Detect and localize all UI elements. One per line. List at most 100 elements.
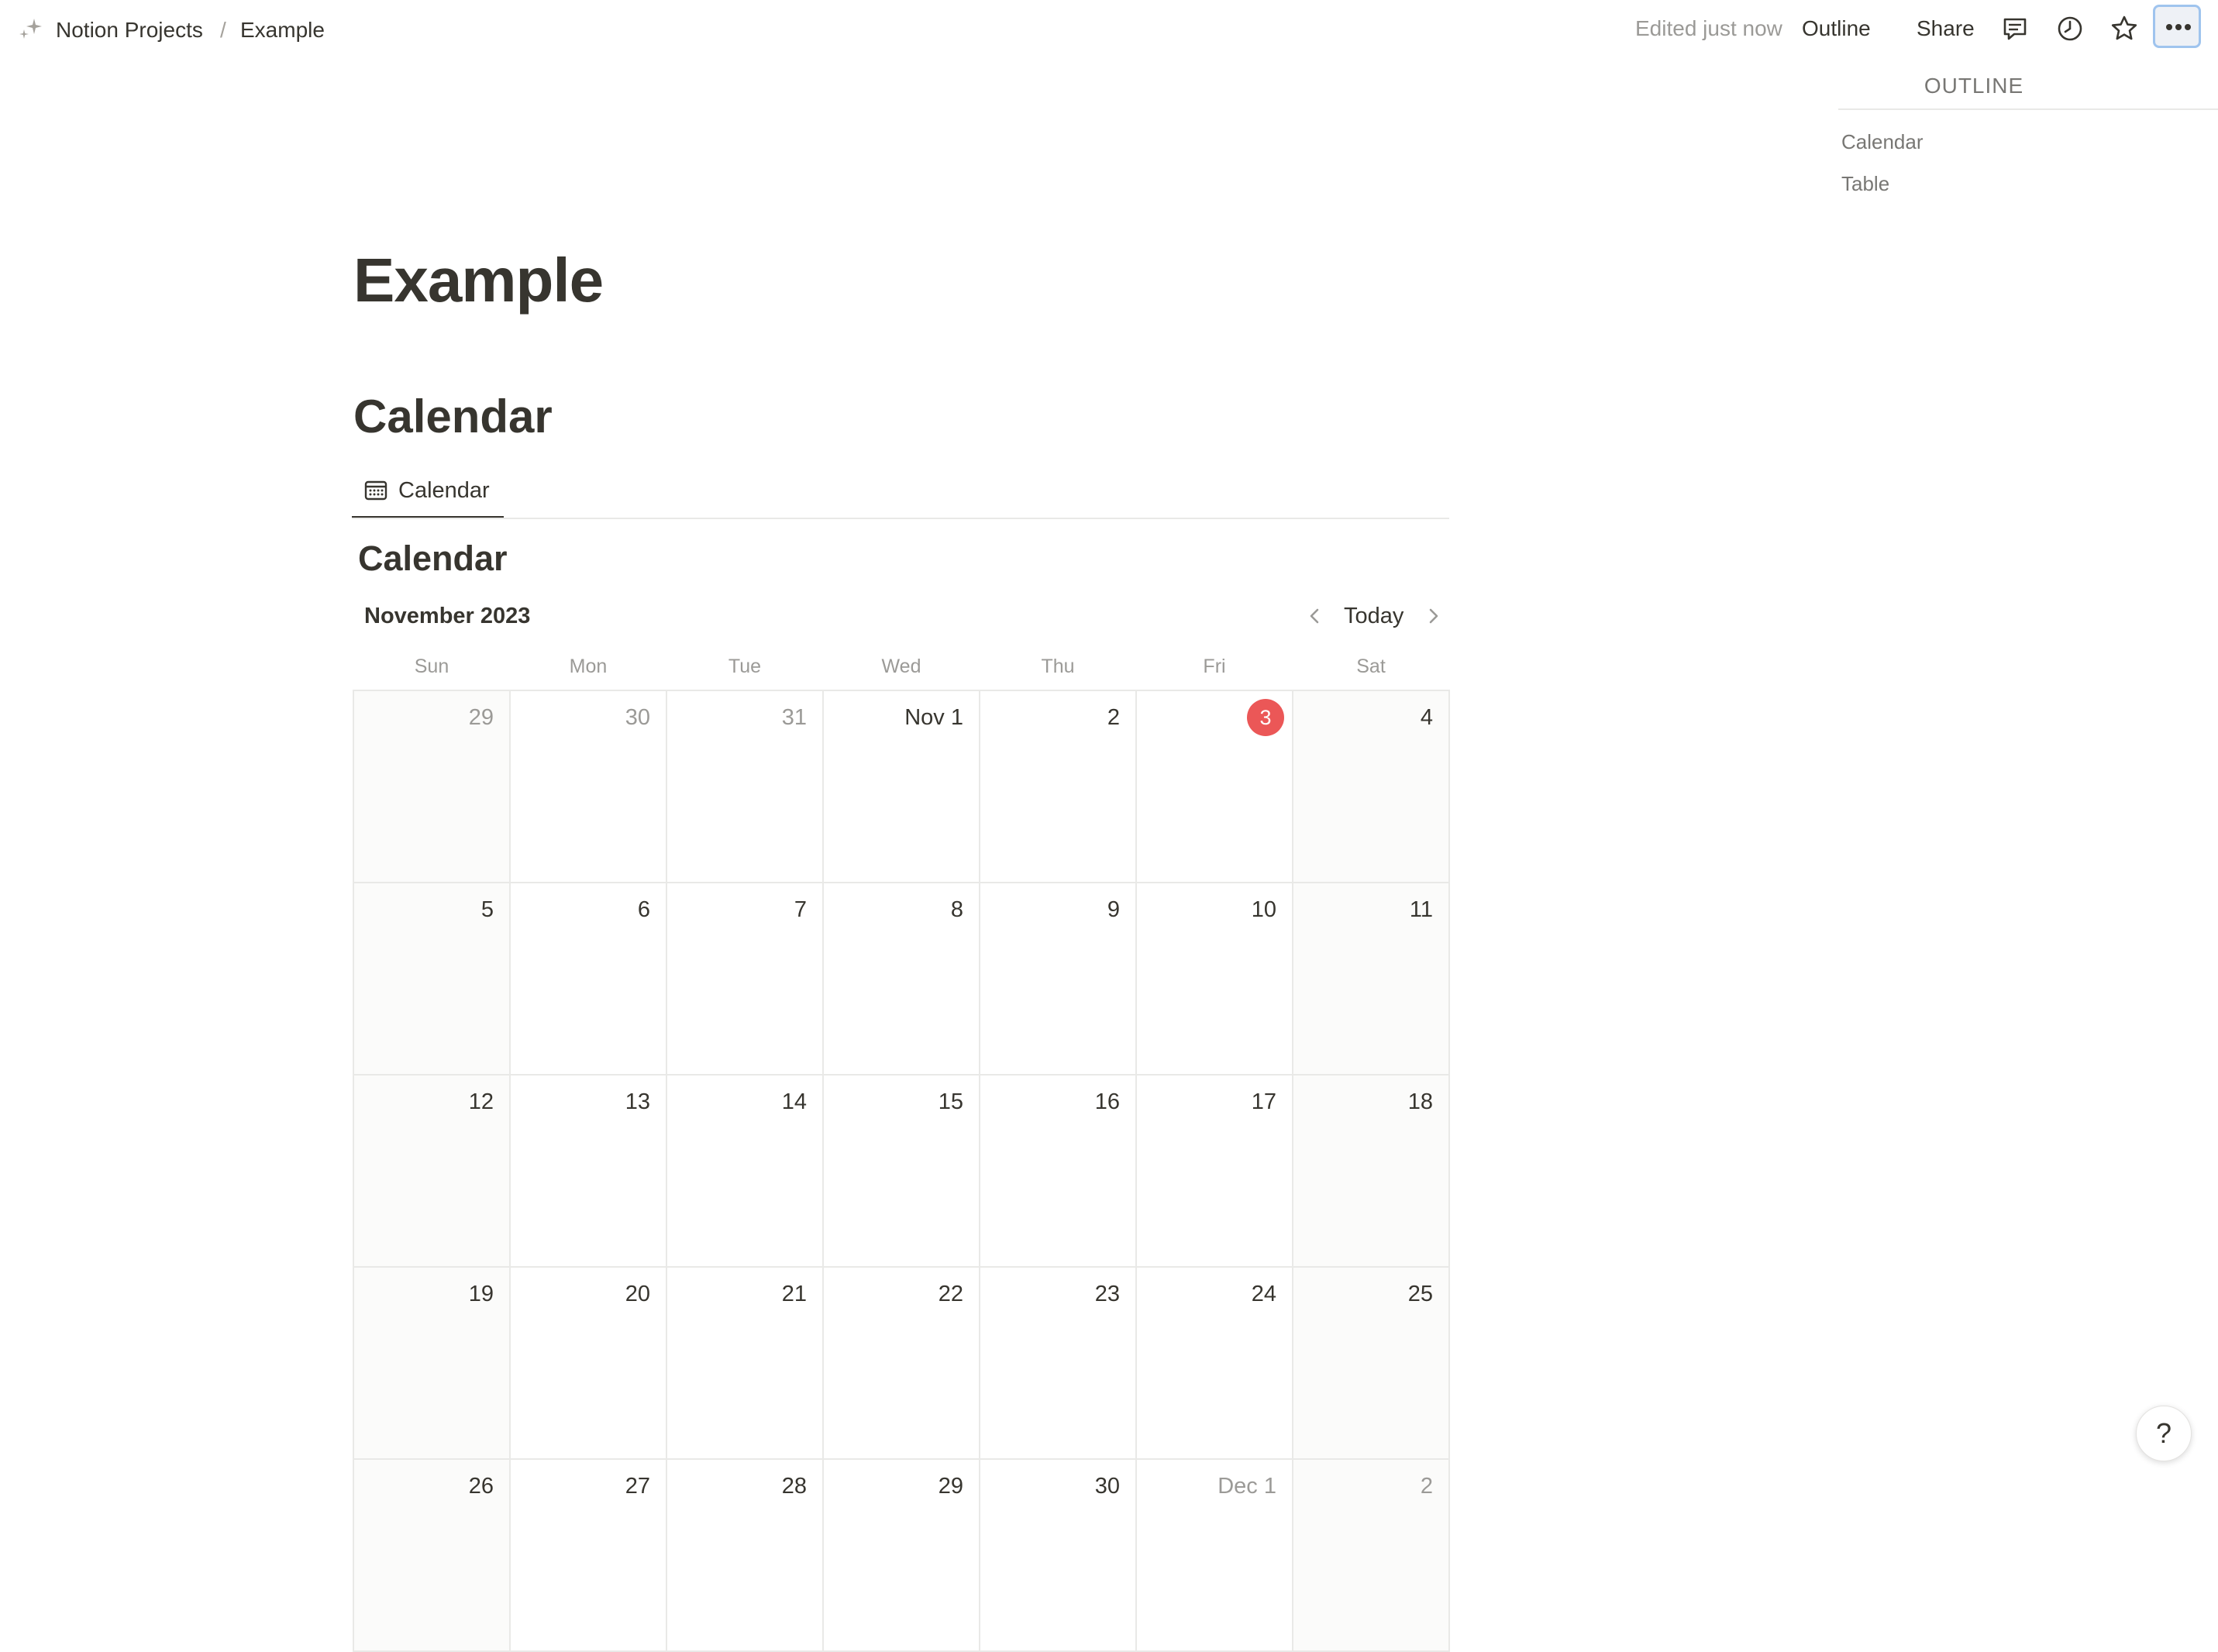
- outline-panel-title: OUTLINE: [1924, 74, 2024, 98]
- calendar-day-cell[interactable]: Dec 1: [1137, 1460, 1293, 1652]
- calendar-day-cell[interactable]: 27: [511, 1460, 667, 1652]
- day-number: 15: [938, 1089, 963, 1114]
- edited-status: Edited just now: [1635, 16, 1782, 40]
- calendar-day-cell[interactable]: 2: [980, 691, 1137, 883]
- breadcrumb-separator: /: [220, 18, 226, 42]
- today-button[interactable]: Today: [1344, 601, 1403, 631]
- calendar-day-cell[interactable]: 9: [980, 883, 1137, 1076]
- breadcrumb-page[interactable]: Example: [240, 15, 325, 45]
- calendar-day-cell[interactable]: 31: [667, 691, 824, 883]
- sparkle-icon[interactable]: [15, 14, 46, 45]
- outline-divider: [1838, 108, 2218, 110]
- day-number: 5: [480, 897, 494, 922]
- star-icon[interactable]: [2109, 13, 2140, 44]
- day-number: 22: [938, 1282, 963, 1306]
- calendar-day-cell[interactable]: 26: [354, 1460, 511, 1652]
- calendar-day-cell[interactable]: 23: [980, 1268, 1137, 1460]
- weekday-label: Sun: [414, 656, 449, 677]
- day-number: Dec 1: [1217, 1474, 1276, 1499]
- day-number: 12: [468, 1089, 494, 1114]
- weekday-label: Thu: [1041, 656, 1075, 677]
- tab-calendar-label: Calendar: [398, 478, 490, 503]
- day-number: 11: [1409, 897, 1433, 922]
- calendar-day-cell[interactable]: 29: [354, 691, 511, 883]
- calendar-day-cell[interactable]: 16: [980, 1076, 1137, 1268]
- calendar-day-cell[interactable]: 2: [1293, 1460, 1450, 1652]
- day-number: 29: [468, 705, 494, 730]
- outline-item-calendar[interactable]: Calendar: [1841, 129, 1924, 155]
- calendar-day-cell[interactable]: 30: [511, 691, 667, 883]
- day-number: 2: [1107, 705, 1120, 730]
- day-number: 21: [781, 1282, 807, 1306]
- day-number: 14: [781, 1089, 807, 1114]
- day-number: 28: [781, 1474, 807, 1499]
- calendar-day-cell[interactable]: 29: [824, 1460, 980, 1652]
- calendar-grid: 29 30 31 Nov 1 2 3 4 5 6 7 8 9 10 11 12 13 14 15 16 17 18 19 2…: [353, 690, 1450, 1652]
- calendar-day-cell[interactable]: 5: [354, 883, 511, 1076]
- outline-button[interactable]: Outline: [1802, 14, 1871, 43]
- weekday-label: Sat: [1356, 656, 1386, 677]
- day-number: 25: [1407, 1282, 1433, 1306]
- share-button[interactable]: Share: [1917, 14, 1975, 43]
- calendar-day-cell[interactable]: 3: [1137, 691, 1293, 883]
- view-tabs-divider: [352, 518, 1449, 519]
- database-title[interactable]: Calendar: [358, 535, 508, 583]
- today-date-badge: 3: [1247, 699, 1284, 736]
- day-number: 19: [468, 1282, 494, 1306]
- help-button[interactable]: ?: [2136, 1406, 2192, 1461]
- day-number: 31: [781, 705, 807, 730]
- calendar-day-cell[interactable]: 13: [511, 1076, 667, 1268]
- calendar-icon: [364, 480, 387, 501]
- calendar-day-cell[interactable]: 25: [1293, 1268, 1450, 1460]
- calendar-day-cell[interactable]: 22: [824, 1268, 980, 1460]
- day-number: 27: [625, 1474, 650, 1499]
- top-bar: Notion Projects / Example Edited just no…: [0, 0, 2218, 60]
- calendar-day-cell[interactable]: 18: [1293, 1076, 1450, 1268]
- day-number: 26: [468, 1474, 494, 1499]
- day-number: 17: [1251, 1089, 1276, 1114]
- more-icon: [2166, 24, 2191, 30]
- calendar-day-cell[interactable]: 28: [667, 1460, 824, 1652]
- day-number: 7: [794, 897, 807, 922]
- calendar-day-cell[interactable]: 11: [1293, 883, 1450, 1076]
- calendar-day-cell[interactable]: 24: [1137, 1268, 1293, 1460]
- calendar-day-cell[interactable]: 10: [1137, 883, 1293, 1076]
- weekday-header: Sun Mon Tue Wed Thu Fri Sat: [353, 652, 1449, 683]
- day-number: 8: [950, 897, 963, 922]
- calendar-day-cell[interactable]: 30: [980, 1460, 1137, 1652]
- day-number: 30: [625, 705, 650, 730]
- day-number: 2: [1420, 1474, 1433, 1499]
- calendar-day-cell[interactable]: 12: [354, 1076, 511, 1268]
- month-label: November 2023: [364, 604, 531, 628]
- calendar-day-cell[interactable]: 20: [511, 1268, 667, 1460]
- calendar-day-cell[interactable]: 15: [824, 1076, 980, 1268]
- day-number: 16: [1094, 1089, 1120, 1114]
- calendar-day-cell[interactable]: 4: [1293, 691, 1450, 883]
- chevron-right-icon[interactable]: [1420, 603, 1446, 629]
- calendar-day-cell[interactable]: 17: [1137, 1076, 1293, 1268]
- page-title[interactable]: Example: [353, 242, 604, 319]
- day-number: Nov 1: [904, 705, 963, 730]
- comments-icon[interactable]: [1999, 13, 2030, 44]
- day-number: 29: [938, 1474, 963, 1499]
- day-number: 23: [1094, 1282, 1120, 1306]
- outline-item-table[interactable]: Table: [1841, 170, 1889, 197]
- calendar-day-cell[interactable]: 8: [824, 883, 980, 1076]
- day-number: 6: [637, 897, 650, 922]
- section-heading[interactable]: Calendar: [353, 387, 553, 446]
- more-button[interactable]: [2153, 5, 2201, 48]
- calendar-day-cell[interactable]: Nov 1: [824, 691, 980, 883]
- history-icon[interactable]: [2054, 13, 2085, 44]
- calendar-day-cell[interactable]: 7: [667, 883, 824, 1076]
- breadcrumb-root[interactable]: Notion Projects: [56, 15, 203, 45]
- calendar-day-cell[interactable]: 14: [667, 1076, 824, 1268]
- tab-calendar-view[interactable]: Calendar: [352, 468, 504, 519]
- day-number: 4: [1420, 705, 1433, 730]
- calendar-day-cell[interactable]: 21: [667, 1268, 824, 1460]
- calendar-day-cell[interactable]: 6: [511, 883, 667, 1076]
- calendar-day-cell[interactable]: 19: [354, 1268, 511, 1460]
- chevron-left-icon[interactable]: [1302, 603, 1328, 629]
- weekday-label: Tue: [728, 656, 762, 677]
- day-number: 30: [1094, 1474, 1120, 1499]
- day-number: 10: [1251, 897, 1276, 922]
